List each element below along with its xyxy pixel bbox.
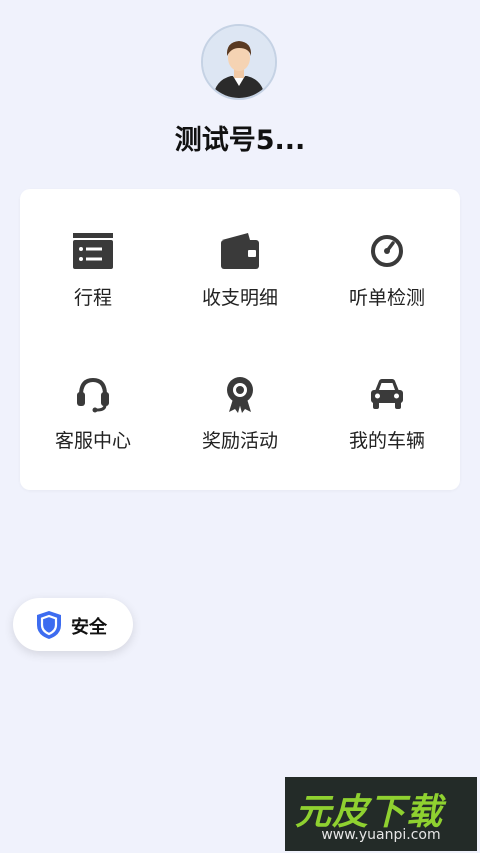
shield-icon [37, 611, 61, 639]
menu-item-my-vehicle[interactable]: 我的车辆 [314, 332, 460, 452]
safety-label: 安全 [71, 617, 107, 638]
gauge-icon [371, 235, 403, 267]
wallet-icon [221, 233, 259, 269]
menu-item-label: 收支明细 [201, 287, 278, 309]
itinerary-icon [73, 233, 113, 269]
menu-item-order-check[interactable]: 听单检测 [314, 189, 460, 309]
car-icon [371, 379, 403, 409]
menu-item-income-expense[interactable]: 收支明细 [167, 189, 313, 309]
menu-item-itinerary[interactable]: 行程 [20, 189, 166, 309]
safety-button[interactable]: 安全 [13, 598, 133, 651]
menu-item-label: 我的车辆 [348, 430, 425, 452]
watermark-url: www.yuanpi.com [321, 827, 441, 843]
menu-item-label: 客服中心 [54, 430, 131, 452]
menu-card: 行程 收支明细 听单检测 客服中心 奖励活动 我的车辆 [20, 189, 460, 490]
menu-item-rewards[interactable]: 奖励活动 [167, 332, 313, 452]
menu-item-customer-service[interactable]: 客服中心 [20, 332, 166, 452]
award-icon [227, 377, 253, 413]
username: 测试号5... [174, 125, 306, 156]
watermark-logo: 元皮下载 www.yuanpi.com [285, 777, 477, 851]
user-avatar-icon [203, 26, 275, 98]
menu-item-label: 奖励活动 [201, 430, 278, 452]
headset-icon [77, 377, 109, 413]
menu-item-label: 行程 [73, 287, 112, 309]
menu-item-label: 听单检测 [348, 287, 425, 309]
avatar[interactable] [201, 24, 277, 100]
